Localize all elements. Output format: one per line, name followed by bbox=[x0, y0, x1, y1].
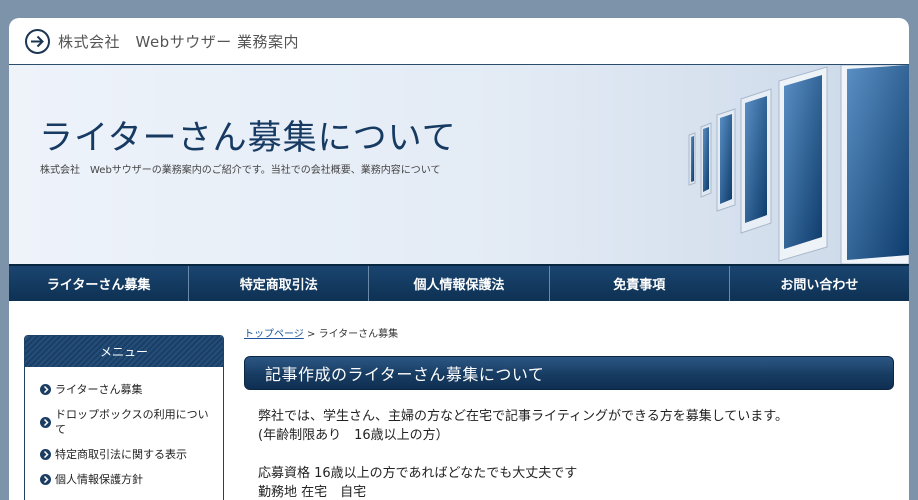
computer-monitors-image bbox=[688, 65, 909, 264]
body-line: (年齢制限あり 16歳以上の方） bbox=[258, 428, 449, 443]
body-line: 応募資格 16歳以上の方であればどなたでも大丈夫です bbox=[258, 466, 578, 481]
arrow-right-circle-icon bbox=[25, 28, 50, 54]
nav-item-contact[interactable]: お問い合わせ bbox=[729, 266, 909, 301]
hero-title: ライターさん募集について bbox=[39, 118, 457, 158]
chevron-right-icon bbox=[40, 449, 51, 460]
chevron-right-icon bbox=[40, 474, 51, 485]
breadcrumb-current: ライターさん募集 bbox=[318, 329, 399, 340]
menu-item-label: ライターさん募集 bbox=[55, 383, 143, 396]
nav-item-writer-recruit[interactable]: ライターさん募集 bbox=[9, 266, 190, 301]
nav-item-commercial-law[interactable]: 特定商取引法 bbox=[189, 266, 370, 301]
main-content: トップページ > ライターさん募集 記事作成のライターさん募集について 弊社では… bbox=[244, 325, 894, 500]
nav-item-privacy-law[interactable]: 個人情報保護法 bbox=[369, 266, 550, 301]
body-line: 弊社では、学生さん、主婦の方など在宅で記事ライティングができる方を募集しています… bbox=[258, 409, 789, 424]
global-nav: ライターさん募集 特定商取引法 個人情報保護法 免責事項 お問い合わせ bbox=[9, 264, 909, 301]
nav-item-disclaimer[interactable]: 免責事項 bbox=[549, 266, 730, 301]
section-title: 記事作成のライターさん募集について bbox=[244, 356, 894, 390]
hero-subtitle: 株式会社 Webサウザーの業務案内のご紹介です。当社での会社概要、業務内容につい… bbox=[40, 165, 441, 176]
chevron-right-icon bbox=[40, 384, 51, 395]
chevron-right-icon bbox=[40, 416, 51, 428]
menu-list: ライターさん募集 ドロップボックスの利用について 特定商取引法に関する表示 個人… bbox=[25, 367, 223, 492]
menu-item-commercial-law[interactable]: 特定商取引法に関する表示 bbox=[40, 442, 211, 467]
sidebar-title: メニュー bbox=[25, 336, 223, 367]
menu-item-label: 特定商取引法に関する表示 bbox=[55, 448, 187, 461]
hero-banner: ライターさん募集について 株式会社 Webサウザーの業務案内のご紹介です。当社で… bbox=[9, 65, 909, 264]
breadcrumb-separator: > bbox=[307, 329, 316, 340]
menu-item-dropbox[interactable]: ドロップボックスの利用について bbox=[40, 402, 211, 442]
site-title[interactable]: 株式会社 Webサウザー 業務案内 bbox=[58, 31, 299, 52]
body-line: 勤務地 在宅 自宅 bbox=[258, 485, 367, 500]
breadcrumb: トップページ > ライターさん募集 bbox=[244, 325, 894, 340]
site-header: 株式会社 Webサウザー 業務案内 bbox=[9, 18, 909, 65]
sidebar-menu: メニュー ライターさん募集 ドロップボックスの利用について 特定商取引法に関する… bbox=[24, 335, 224, 500]
breadcrumb-home-link[interactable]: トップページ bbox=[244, 329, 304, 340]
menu-item-label: ドロップボックスの利用について bbox=[55, 408, 209, 436]
page-container: 株式会社 Webサウザー 業務案内 ライターさん募集について 株式会社 Webサ… bbox=[9, 18, 909, 500]
menu-item-privacy-policy[interactable]: 個人情報保護方針 bbox=[40, 467, 211, 492]
menu-item-writer-recruit[interactable]: ライターさん募集 bbox=[40, 377, 211, 402]
body-text: 弊社では、学生さん、主婦の方など在宅で記事ライティングができる方を募集しています… bbox=[244, 407, 894, 500]
menu-item-label: 個人情報保護方針 bbox=[55, 473, 143, 486]
content-area: メニュー ライターさん募集 ドロップボックスの利用について 特定商取引法に関する… bbox=[9, 301, 909, 500]
